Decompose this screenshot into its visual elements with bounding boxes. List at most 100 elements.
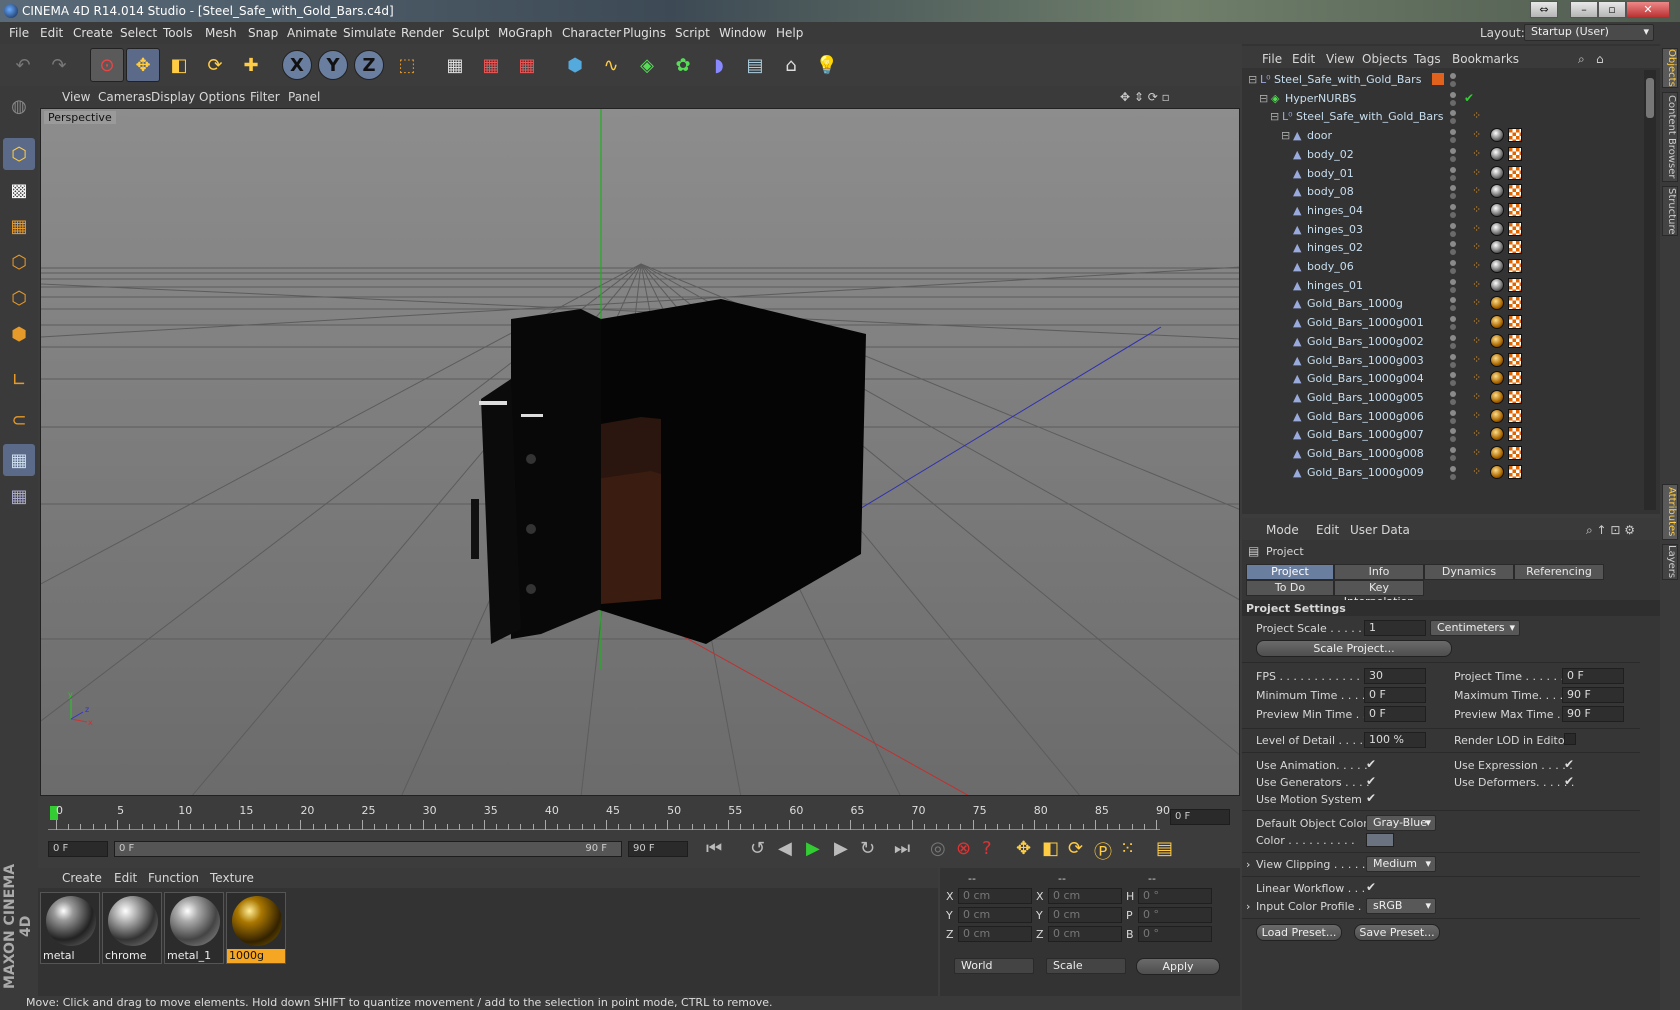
min-time-field[interactable]: 0 F: [1364, 687, 1426, 703]
material-tag-icon[interactable]: [1490, 240, 1504, 255]
render-visibility-dot[interactable]: [1450, 193, 1456, 200]
render-visibility-dot[interactable]: [1450, 81, 1456, 87]
editor-visibility-dot[interactable]: [1450, 110, 1456, 117]
render-visibility-dot[interactable]: [1450, 118, 1456, 125]
object-row[interactable]: ▲ Gold_Bars_1000g007 ⁘: [1242, 425, 1640, 445]
scrollbar-thumb[interactable]: [1646, 78, 1654, 118]
project-scale-field[interactable]: 1: [1364, 620, 1426, 636]
spline-icon[interactable]: ∿: [594, 48, 628, 82]
use-deformers-checkbox[interactable]: ✔: [1564, 775, 1576, 787]
use-generators-checkbox[interactable]: ✔: [1366, 775, 1378, 787]
menu-edit[interactable]: Edit: [40, 26, 63, 40]
object-row[interactable]: ▲ Gold_Bars_1000g003 ⁘: [1242, 351, 1640, 371]
phong-tag-icon[interactable]: ⁘: [1472, 222, 1486, 236]
object-row[interactable]: ▲ Gold_Bars_1000g001 ⁘: [1242, 313, 1640, 333]
menu-help[interactable]: Help: [776, 26, 803, 40]
render-visibility-dot[interactable]: [1450, 380, 1456, 387]
phong-tag-icon[interactable]: ⁘: [1472, 465, 1486, 479]
editor-visibility-dot[interactable]: [1450, 147, 1456, 154]
editor-visibility-dot[interactable]: [1450, 316, 1456, 323]
use-motion-checkbox[interactable]: ✔: [1366, 792, 1378, 804]
material-metal[interactable]: metal: [40, 892, 100, 964]
render-visibility-dot[interactable]: [1450, 286, 1456, 293]
phong-tag-icon[interactable]: ⁘: [1472, 390, 1486, 404]
editor-visibility-dot[interactable]: [1450, 222, 1456, 229]
object-row[interactable]: ▲ hinges_02 ⁘: [1242, 238, 1640, 258]
editor-visibility-dot[interactable]: [1450, 409, 1456, 416]
current-frame-field[interactable]: 0 F: [1170, 809, 1230, 825]
editor-visibility-dot[interactable]: [1450, 129, 1456, 136]
input-profile-dropdown[interactable]: sRGB ▾: [1366, 898, 1436, 914]
cube-primitive-icon[interactable]: ⬢: [558, 48, 592, 82]
expand-toggle-icon[interactable]: ⊟: [1270, 110, 1281, 123]
object-row[interactable]: ▲ Gold_Bars_1000g008 ⁘: [1242, 444, 1640, 464]
editor-visibility-dot[interactable]: [1450, 334, 1456, 341]
record-keys-icon[interactable]: ◎: [930, 838, 946, 859]
attr-search-icon[interactable]: ⌕ ↑ ⊡ ⚙: [1586, 523, 1635, 538]
render-visibility-dot[interactable]: [1450, 324, 1456, 331]
render-visibility-dot[interactable]: [1450, 436, 1456, 443]
obj-menu-edit[interactable]: Edit: [1292, 52, 1315, 66]
material-tag-icon[interactable]: [1490, 259, 1504, 273]
menu-snap[interactable]: Snap: [248, 26, 278, 40]
material-tag-icon[interactable]: [1490, 296, 1504, 311]
material-tag-icon[interactable]: [1490, 446, 1504, 460]
render-visibility-dot[interactable]: [1450, 455, 1456, 461]
coord-value-field[interactable]: 0 cm: [958, 888, 1032, 904]
tab-project-settings[interactable]: Project Settings: [1246, 564, 1334, 592]
editor-visibility-dot[interactable]: [1450, 241, 1456, 248]
material-1000g[interactable]: 1000g: [226, 892, 286, 964]
editor-visibility-dot[interactable]: [1450, 185, 1456, 192]
expand-toggle-icon[interactable]: ⊟: [1248, 73, 1259, 86]
workplane-lock-icon[interactable]: ▦: [3, 444, 35, 476]
menu-mograph[interactable]: MoGraph: [498, 26, 553, 40]
coord-mode-dropdown[interactable]: World: [954, 958, 1034, 974]
tab-dynamics[interactable]: Dynamics: [1424, 564, 1514, 580]
phong-tag-icon[interactable]: ⁘: [1472, 334, 1486, 348]
phong-tag-icon[interactable]: ⁘: [1472, 109, 1486, 123]
material-tag-icon[interactable]: [1490, 408, 1504, 423]
render-visibility-dot[interactable]: [1450, 268, 1456, 274]
coord-value-field[interactable]: 0 cm: [958, 907, 1032, 923]
object-row[interactable]: ▲ hinges_03 ⁘: [1242, 220, 1640, 240]
vp-menu-view[interactable]: View: [62, 90, 90, 104]
coord-value-field[interactable]: 0 cm: [1048, 888, 1122, 904]
menu-animate[interactable]: Animate: [287, 26, 337, 40]
range-slider[interactable]: 0 F 90 F: [114, 841, 622, 857]
coord-value-field[interactable]: 0 cm: [958, 926, 1032, 942]
render-visibility-dot[interactable]: [1450, 174, 1456, 181]
fps-field[interactable]: 30: [1364, 668, 1426, 684]
z-axis-icon[interactable]: Z: [354, 50, 384, 80]
key-rotation-icon[interactable]: ⟳: [1068, 838, 1083, 859]
object-row[interactable]: ▲ hinges_01 ⁘: [1242, 276, 1640, 296]
undo-icon[interactable]: ↶: [6, 48, 40, 82]
object-row[interactable]: ▲ body_02 ⁘: [1242, 145, 1640, 165]
material-tag-icon[interactable]: [1490, 128, 1504, 143]
key-pla-icon[interactable]: ⁙: [1120, 838, 1135, 859]
render-view-icon[interactable]: ▦: [438, 48, 472, 82]
3d-viewport[interactable]: y x z Perspective: [40, 108, 1240, 796]
material-metal-1[interactable]: metal_1: [164, 892, 224, 964]
material-tag-icon[interactable]: [1490, 427, 1504, 442]
expand-arrow-icon[interactable]: ›: [1246, 858, 1250, 871]
material-tag-icon[interactable]: [1490, 277, 1504, 292]
phong-tag-icon[interactable]: ⁘: [1472, 427, 1486, 441]
x-axis-icon[interactable]: X: [282, 50, 312, 80]
mat-menu-create[interactable]: Create: [62, 871, 102, 885]
material-tag-icon[interactable]: [1490, 202, 1504, 217]
uvw-tag-icon[interactable]: [1508, 184, 1522, 199]
uvw-tag-icon[interactable]: [1508, 165, 1522, 180]
menu-select[interactable]: Select: [120, 26, 157, 40]
render-visibility-dot[interactable]: [1450, 342, 1456, 349]
array-icon[interactable]: ✿: [666, 48, 700, 82]
side-tab-structure[interactable]: Structure: [1662, 186, 1678, 236]
y-axis-icon[interactable]: Y: [318, 50, 348, 80]
uvw-tag-icon[interactable]: [1508, 408, 1522, 423]
nurbs-icon[interactable]: ◈: [630, 48, 664, 82]
preview-max-field[interactable]: 90 F: [1562, 706, 1624, 722]
apply-button[interactable]: Apply: [1136, 958, 1220, 975]
minimize-button[interactable]: –: [1570, 1, 1598, 18]
phong-tag-icon[interactable]: ⁘: [1472, 409, 1486, 423]
object-row[interactable]: ▲ Gold_Bars_1000g ⁘: [1242, 294, 1640, 314]
material-tag-icon[interactable]: [1490, 371, 1504, 386]
